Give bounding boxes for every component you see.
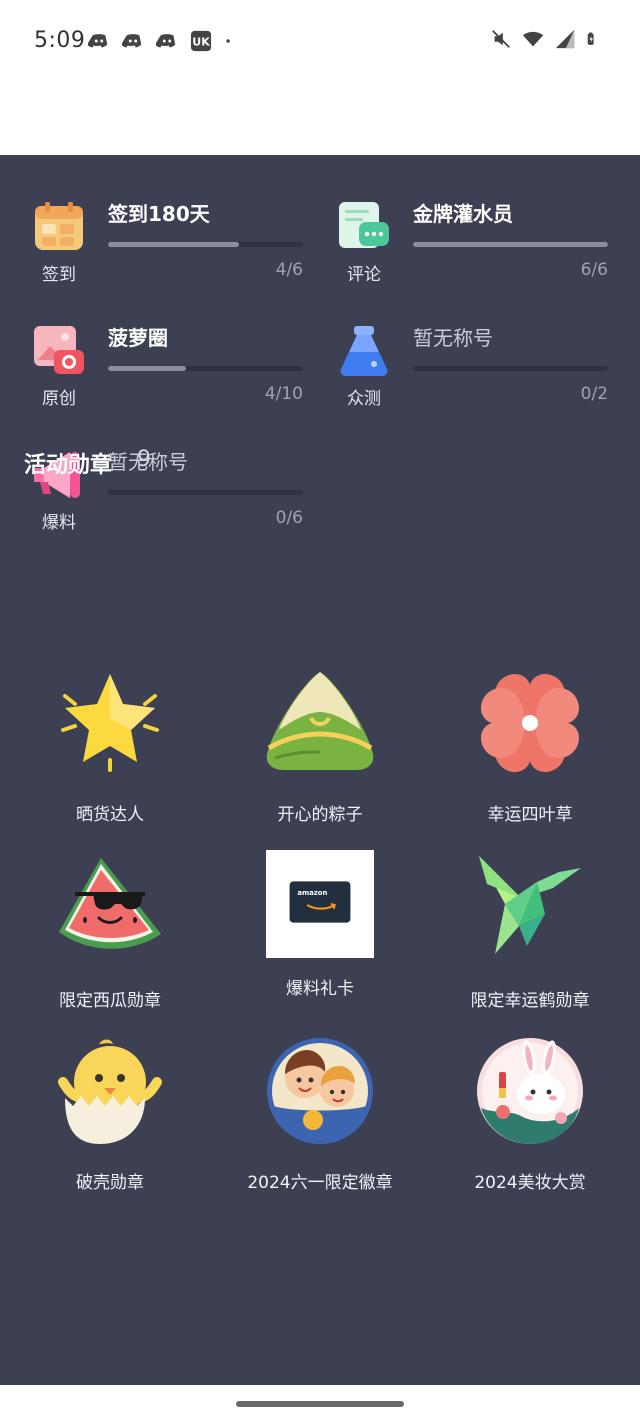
level-progress-bar xyxy=(108,366,303,371)
discord-icon xyxy=(156,34,176,48)
medal-name: 幸运四叶草 xyxy=(487,805,573,825)
level-progress-bar xyxy=(108,242,303,247)
level-category: 评论 xyxy=(347,265,381,285)
level-title: 暂无称号 xyxy=(413,326,493,350)
level-category: 爆料 xyxy=(42,513,76,533)
level-progress-bar xyxy=(413,242,608,247)
medal-name: 2024美妆大赏 xyxy=(474,1173,586,1193)
comment-icon xyxy=(339,202,389,248)
status-bar: 5:09 UK xyxy=(0,0,640,84)
photo-icon xyxy=(34,326,84,374)
dot-icon xyxy=(226,39,230,43)
discord-icon xyxy=(122,34,142,48)
clover-icon xyxy=(481,674,579,772)
level-category: 原创 xyxy=(42,389,76,409)
notification-icons: UK xyxy=(88,30,238,52)
medal-name: 晒货达人 xyxy=(76,805,144,825)
signal-icon xyxy=(555,29,575,49)
star-icon xyxy=(61,674,159,772)
medal-item[interactable]: 2024美妆大赏 xyxy=(430,1036,630,1196)
level-count: 4/10 xyxy=(264,384,303,404)
mute-icon xyxy=(492,30,510,48)
chick-icon xyxy=(58,1039,162,1144)
zongzi-icon xyxy=(266,672,374,770)
level-progress-fill xyxy=(413,242,608,247)
level-count: 0/2 xyxy=(580,384,608,404)
crane-icon xyxy=(479,856,581,954)
medal-item[interactable]: 限定西瓜勋章 xyxy=(10,854,210,1014)
level-badge-comment[interactable]: 评论 金牌灌水员 6/6 xyxy=(337,200,627,310)
medal-item[interactable]: 破壳勋章 xyxy=(10,1036,210,1196)
level-count: 4/6 xyxy=(275,260,303,280)
level-progress-bar xyxy=(413,366,608,371)
level-title: 签到180天 xyxy=(108,202,210,226)
medal-name: 开心的粽子 xyxy=(277,805,363,825)
level-badge-signin[interactable]: 签到 签到180天 4/6 xyxy=(32,200,322,310)
wifi-icon xyxy=(522,31,544,47)
level-badge-review[interactable]: 众测 暂无称号 0/2 xyxy=(337,324,627,434)
system-icons xyxy=(490,28,600,50)
status-time: 5:09 xyxy=(34,28,86,53)
level-count: 0/6 xyxy=(275,508,303,528)
level-category: 签到 xyxy=(42,265,76,285)
medal-name: 限定幸运鹤勋章 xyxy=(470,991,590,1011)
level-category: 众测 xyxy=(347,389,381,409)
medal-item[interactable]: 开心的粽子 xyxy=(220,668,420,828)
battery-icon xyxy=(587,32,594,45)
medal-name: 爆料礼卡 xyxy=(286,979,354,999)
level-title: 菠萝圈 xyxy=(108,326,168,350)
medal-name: 2024六一限定徽章 xyxy=(247,1173,393,1193)
medal-item[interactable]: 限定幸运鹤勋章 xyxy=(430,854,630,1014)
medal-name: 限定西瓜勋章 xyxy=(59,991,161,1011)
watermelon-icon xyxy=(59,858,161,949)
bunny-badge-icon xyxy=(477,1038,583,1144)
level-title: 金牌灌水员 xyxy=(413,202,513,226)
calendar-icon xyxy=(35,202,83,250)
level-badge-original[interactable]: 原创 菠萝圈 4/10 xyxy=(32,324,322,434)
activity-section-count: 9 xyxy=(137,447,151,472)
level-progress-fill xyxy=(108,242,239,247)
activity-section-title: 活动勋章 xyxy=(24,453,113,478)
medal-name: 破壳勋章 xyxy=(76,1173,144,1193)
level-progress-fill xyxy=(108,366,186,371)
svg-text:UK: UK xyxy=(192,36,210,49)
flask-icon xyxy=(340,326,388,377)
medal-item[interactable]: 幸运四叶草 xyxy=(430,668,630,828)
level-progress-bar xyxy=(108,490,303,495)
level-count: 6/6 xyxy=(580,260,608,280)
discord-icon xyxy=(88,34,108,48)
medal-item[interactable]: amazon 爆料礼卡 xyxy=(220,850,420,1010)
medal-item[interactable]: 2024六一限定徽章 xyxy=(220,1036,420,1196)
medal-item[interactable]: 晒货达人 xyxy=(10,668,210,828)
uk-app-icon: UK xyxy=(190,30,212,52)
kids-badge-icon xyxy=(267,1038,373,1144)
amazon-card-icon: amazon xyxy=(266,850,374,958)
home-indicator[interactable] xyxy=(236,1401,404,1407)
card-text: amazon xyxy=(297,889,327,897)
